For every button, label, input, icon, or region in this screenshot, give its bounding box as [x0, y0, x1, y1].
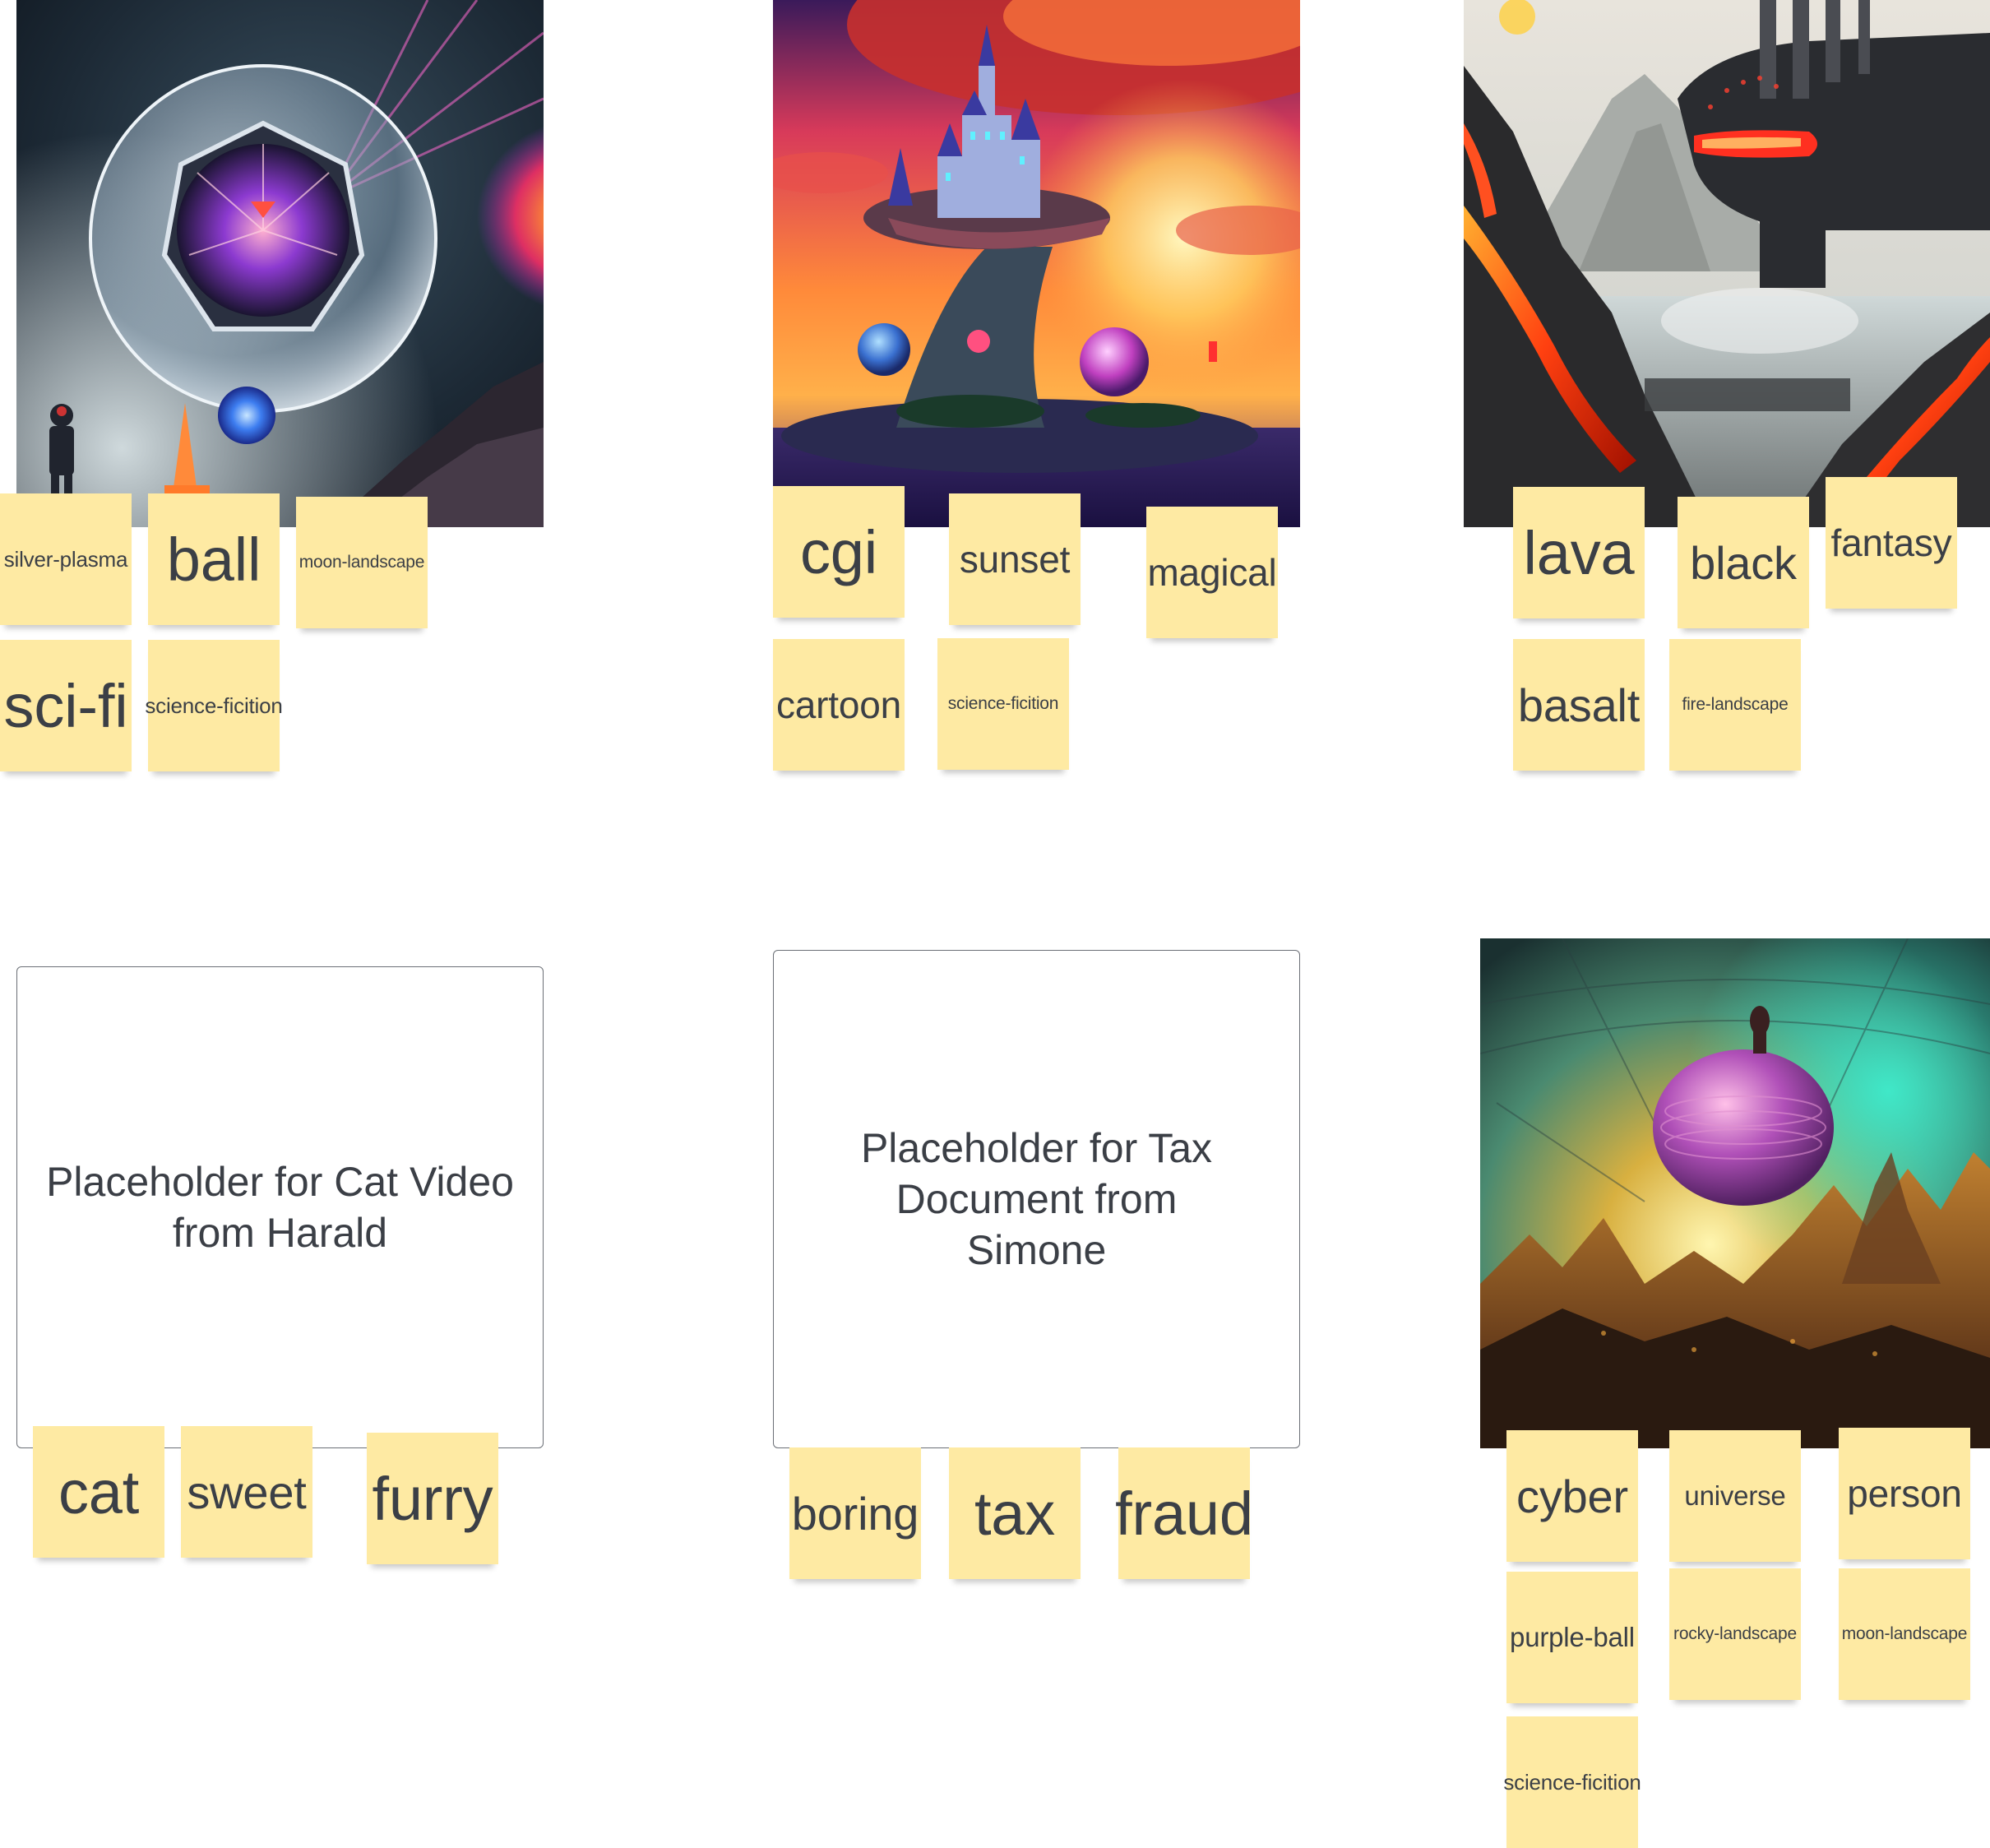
sticky-note-label: cyber [1516, 1470, 1628, 1522]
sticky-note-label: moon-landscape [1841, 1624, 1968, 1643]
sticky-note-label: tax [974, 1479, 1056, 1548]
sticky-note[interactable]: basalt [1513, 639, 1645, 771]
tax-document-placeholder[interactable]: Placeholder for Tax Document from Simone [773, 950, 1300, 1448]
sticky-note-label: lava [1523, 518, 1635, 587]
sticky-note-label: moon-landscape [298, 553, 425, 572]
sticky-note-label: science-ficition [1503, 1769, 1641, 1795]
sticky-note[interactable]: purple-ball [1506, 1572, 1638, 1703]
sticky-note-label: cartoon [775, 683, 902, 726]
sticky-note[interactable]: science-ficition [145, 640, 283, 771]
sticky-note[interactable]: boring [789, 1447, 921, 1579]
sticky-note[interactable]: person [1839, 1428, 1970, 1559]
whiteboard-canvas[interactable]: Placeholder for Cat Video from Harald Pl… [0, 0, 1990, 1848]
sticky-note[interactable]: lava [1513, 487, 1645, 618]
sticky-note-label: person [1847, 1472, 1962, 1515]
sticky-note-label: sunset [959, 538, 1071, 581]
fantasy-castle-artwork-icon [773, 0, 1300, 527]
sticky-note[interactable]: cyber [1506, 1430, 1638, 1562]
sticky-note-label: fire-landscape [1682, 695, 1789, 714]
sticky-note[interactable]: silver-plasma [0, 493, 132, 625]
sticky-note[interactable]: rocky-landscape [1669, 1568, 1801, 1700]
sticky-note-label: sweet [187, 1466, 307, 1518]
sticky-note[interactable]: black [1678, 497, 1809, 628]
lava-spaceship-landscape-image[interactable] [1464, 0, 1990, 527]
sticky-note[interactable]: cat [33, 1426, 164, 1558]
tax-document-placeholder-text: Placeholder for Tax Document from Simone [860, 1125, 1213, 1273]
sticky-note-label: science-ficition [947, 694, 1059, 713]
sticky-note[interactable]: furry [367, 1433, 498, 1564]
lava-landscape-artwork-icon [1464, 0, 1990, 527]
sticky-note-label: sci-fi [3, 671, 128, 740]
sticky-note-label: cgi [800, 517, 877, 586]
sticky-note-label: rocky-landscape [1673, 1624, 1797, 1643]
sticky-note-label: science-ficition [145, 692, 283, 718]
purple-ball-cyber-landscape-image[interactable] [1480, 938, 1990, 1448]
sticky-note-label: boring [791, 1487, 919, 1540]
sticky-note-label: cat [58, 1457, 140, 1526]
glass-sphere-astronaut-image[interactable] [16, 0, 544, 527]
sticky-note[interactable]: moon-landscape [296, 497, 428, 628]
cat-video-placeholder-text: Placeholder for Cat Video from Harald [46, 1159, 514, 1256]
sticky-note-label: silver-plasma [3, 546, 128, 572]
cyber-landscape-artwork-icon [1480, 938, 1990, 1448]
sticky-note[interactable]: fantasy [1826, 477, 1957, 609]
sticky-note[interactable]: magical [1146, 507, 1278, 638]
sticky-note-label: fraud [1115, 1479, 1253, 1548]
sticky-note-label: fantasy [1830, 521, 1952, 564]
sticky-note[interactable]: science-ficition [937, 638, 1069, 770]
sticky-note[interactable]: fire-landscape [1669, 639, 1801, 771]
sticky-note-label: magical [1147, 551, 1277, 594]
sticky-note[interactable]: moon-landscape [1839, 1568, 1970, 1700]
sticky-note[interactable]: cartoon [773, 639, 905, 771]
sticky-note[interactable]: sci-fi [0, 640, 132, 771]
sticky-note-label: purple-ball [1510, 1622, 1635, 1652]
floating-castle-sunset-image[interactable] [773, 0, 1300, 527]
sticky-note-label: black [1690, 536, 1797, 589]
sticky-note-label: ball [166, 525, 261, 594]
cat-video-placeholder[interactable]: Placeholder for Cat Video from Harald [16, 966, 544, 1448]
sticky-note-label: universe [1684, 1480, 1786, 1511]
sticky-note-label: basalt [1517, 679, 1641, 731]
sticky-note[interactable]: cgi [773, 486, 905, 618]
sticky-note[interactable]: sunset [949, 493, 1081, 625]
sticky-note[interactable]: fraud [1115, 1447, 1253, 1579]
sticky-note[interactable]: tax [949, 1447, 1081, 1579]
sticky-note[interactable]: science-ficition [1503, 1716, 1641, 1848]
sticky-note[interactable]: universe [1669, 1430, 1801, 1562]
sticky-note-label: furry [372, 1464, 493, 1533]
sticky-note[interactable]: ball [148, 493, 280, 625]
sci-fi-sphere-artwork-icon [16, 0, 544, 527]
sticky-note[interactable]: sweet [181, 1426, 312, 1558]
